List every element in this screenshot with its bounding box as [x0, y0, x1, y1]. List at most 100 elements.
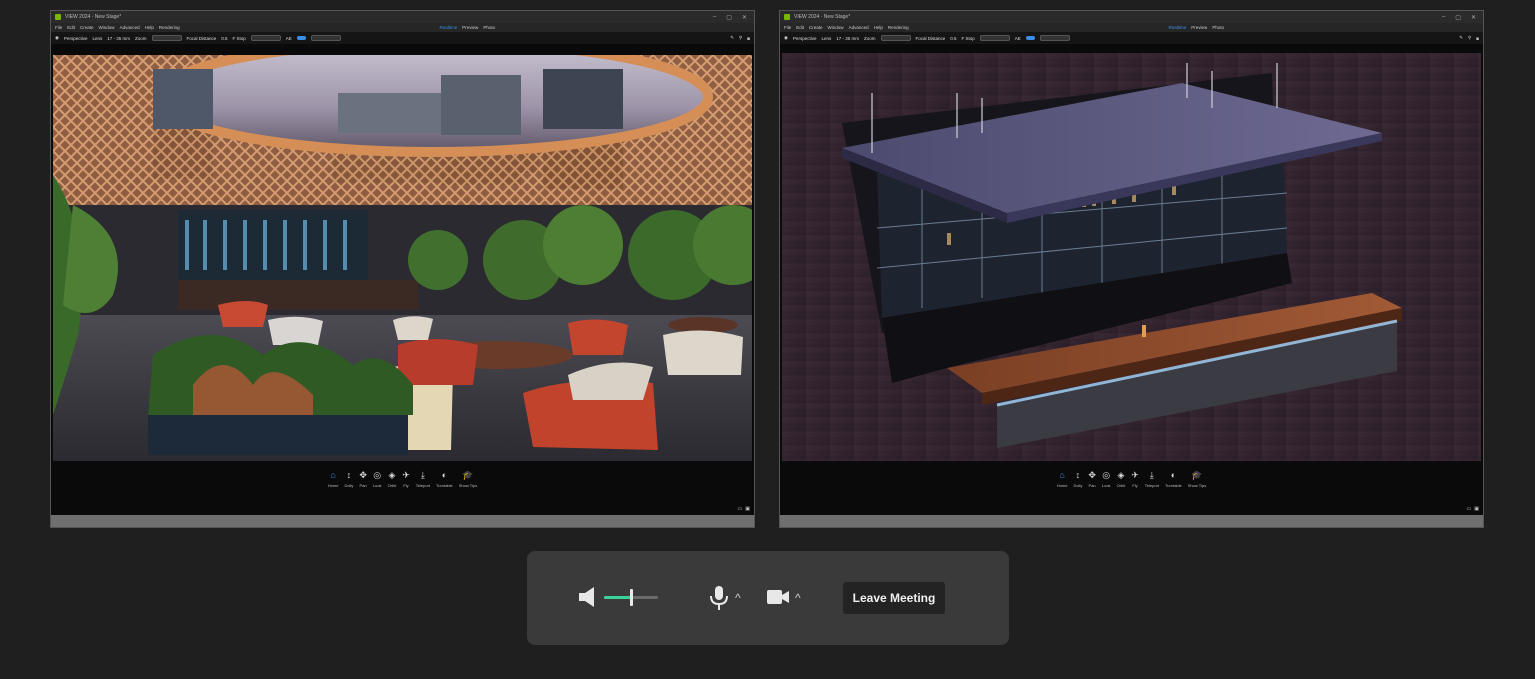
nav-fly[interactable]: ✈ Fly: [1131, 471, 1139, 501]
monitor-icon[interactable]: ▭: [1467, 506, 1472, 512]
nav-look-label: Look: [1101, 483, 1111, 488]
camera-icon[interactable]: ◙: [747, 36, 750, 41]
microphone-icon[interactable]: [708, 585, 730, 611]
pin-icon[interactable]: ⚲: [1468, 35, 1471, 41]
camera-toolbar: ◉ Perspective Lens 17 - 35 mm Zoom Focal…: [780, 32, 1483, 44]
nav-home-label: Home: [1056, 483, 1068, 488]
maximize-icon[interactable]: ▢: [1452, 14, 1464, 21]
eye-icon[interactable]: ◉: [784, 35, 788, 41]
fstop-label: F Stop: [961, 35, 975, 41]
zoom-slider[interactable]: [151, 35, 182, 41]
projection-select[interactable]: Perspective: [793, 36, 817, 41]
menu-edit[interactable]: Edit: [67, 25, 75, 30]
menu-help[interactable]: Help: [145, 25, 154, 30]
pen-icon[interactable]: ✎: [730, 35, 734, 41]
menu-file[interactable]: File: [55, 25, 62, 30]
menu-window[interactable]: Window: [828, 25, 844, 30]
exposure-slider[interactable]: [310, 35, 341, 41]
nav-turntable[interactable]: ◐ Turntable: [1165, 471, 1182, 501]
nav-orbit[interactable]: ◈ Orbit: [1117, 471, 1126, 501]
menu-advanced[interactable]: Advanced: [120, 25, 140, 30]
camera-icon[interactable]: ◙: [1476, 36, 1479, 41]
nav-dolly[interactable]: ↕ Dolly: [1073, 471, 1082, 501]
menu-edit[interactable]: Edit: [796, 25, 804, 30]
nav-home[interactable]: ⌂ Home: [328, 471, 339, 501]
nav-pan[interactable]: ✥ Pan: [1088, 471, 1096, 501]
nav-pan-label: Pan: [359, 483, 367, 488]
close-icon[interactable]: ✕: [739, 14, 750, 21]
ae-toggle[interactable]: [296, 36, 306, 40]
nav-show-tips[interactable]: 🎓 Show Tips: [459, 471, 477, 501]
menu-create[interactable]: Create: [809, 25, 823, 30]
nav-dolly-label: Dolly: [1073, 483, 1083, 488]
teleport-icon: ⤓: [1149, 470, 1154, 480]
nav-fly[interactable]: ✈ Fly: [402, 471, 410, 501]
monitor-icon[interactable]: ▭: [738, 506, 743, 512]
nav-look[interactable]: ◎ Look: [373, 471, 382, 501]
pin-icon[interactable]: ⚲: [739, 35, 742, 41]
menu-rendering[interactable]: Rendering: [159, 25, 180, 30]
maximize-icon[interactable]: ▢: [723, 14, 735, 21]
menu-advanced[interactable]: Advanced: [849, 25, 869, 30]
menu-create[interactable]: Create: [80, 25, 94, 30]
volume-thumb[interactable]: [630, 589, 633, 606]
pen-icon[interactable]: ✎: [1459, 35, 1463, 41]
orbit-icon: ◈: [388, 470, 396, 480]
window-title: VIEW 2024 · New Stage*: [65, 14, 122, 20]
menu-file[interactable]: File: [784, 25, 791, 30]
fstop-slider[interactable]: [250, 35, 281, 41]
projection-select[interactable]: Perspective: [64, 36, 88, 41]
zoom-slider[interactable]: [880, 35, 911, 41]
camera-options-chevron-up-icon[interactable]: ^: [795, 592, 801, 604]
video-camera-icon[interactable]: [766, 588, 790, 606]
minimize-icon[interactable]: –: [1439, 14, 1448, 20]
focal-distance-value[interactable]: 0.5: [221, 36, 227, 41]
status-icons: ▭ ▣: [1467, 506, 1479, 512]
ae-label: AE: [1014, 35, 1021, 41]
restaurant-render-image: [53, 55, 752, 461]
speaker-icon[interactable]: [577, 586, 599, 608]
eye-icon[interactable]: ◉: [55, 35, 59, 41]
nav-teleport[interactable]: ⤓ Teleport: [416, 471, 430, 501]
tab-realtime[interactable]: Realtime: [440, 25, 458, 30]
menu-window[interactable]: Window: [99, 25, 115, 30]
look-icon: ◎: [1102, 470, 1111, 480]
nav-pan-label: Pan: [1088, 483, 1096, 488]
tab-realtime[interactable]: Realtime: [1169, 25, 1187, 30]
nav-orbit-label: Orbit: [1116, 483, 1126, 488]
nav-turntable[interactable]: ◐ Turntable: [436, 471, 453, 501]
nav-home[interactable]: ⌂ Home: [1057, 471, 1068, 501]
fstop-slider[interactable]: [979, 35, 1010, 41]
menu-help[interactable]: Help: [874, 25, 883, 30]
tips-icon: 🎓: [1191, 470, 1203, 480]
turntable-icon: ◐: [441, 470, 448, 480]
focal-distance-label: Focal Distance: [915, 35, 946, 41]
close-icon[interactable]: ✕: [1468, 14, 1479, 21]
menu-rendering[interactable]: Rendering: [888, 25, 909, 30]
render-viewport-restaurant[interactable]: [53, 55, 752, 461]
nav-pan[interactable]: ✥ Pan: [359, 471, 367, 501]
exposure-slider[interactable]: [1039, 35, 1070, 41]
nav-orbit[interactable]: ◈ Orbit: [388, 471, 397, 501]
render-viewport-bar[interactable]: [782, 53, 1481, 461]
mic-options-chevron-up-icon[interactable]: ^: [735, 592, 741, 604]
volume-slider[interactable]: [604, 589, 658, 606]
ae-toggle[interactable]: [1025, 36, 1035, 40]
focal-distance-value[interactable]: 0.5: [950, 36, 956, 41]
render-window-right: VIEW 2024 · New Stage* – ▢ ✕ File Edit C…: [779, 10, 1484, 528]
minimize-icon[interactable]: –: [710, 14, 719, 20]
dolly-icon: ↕: [1075, 470, 1081, 480]
screenshot-icon[interactable]: ▣: [745, 506, 750, 512]
tab-photo[interactable]: Photo: [1212, 25, 1224, 30]
tab-preview[interactable]: Preview: [462, 25, 478, 30]
nav-teleport[interactable]: ⤓ Teleport: [1145, 471, 1159, 501]
screenshot-icon[interactable]: ▣: [1474, 506, 1479, 512]
tab-photo[interactable]: Photo: [483, 25, 495, 30]
nav-dolly[interactable]: ↕ Dolly: [344, 471, 353, 501]
leave-meeting-button[interactable]: Leave Meeting: [843, 582, 945, 614]
tab-preview[interactable]: Preview: [1191, 25, 1207, 30]
nav-look[interactable]: ◎ Look: [1102, 471, 1111, 501]
nav-show-tips[interactable]: 🎓 Show Tips: [1188, 471, 1206, 501]
lens-select[interactable]: 17 - 35 mm: [836, 36, 859, 41]
lens-select[interactable]: 17 - 35 mm: [107, 36, 130, 41]
